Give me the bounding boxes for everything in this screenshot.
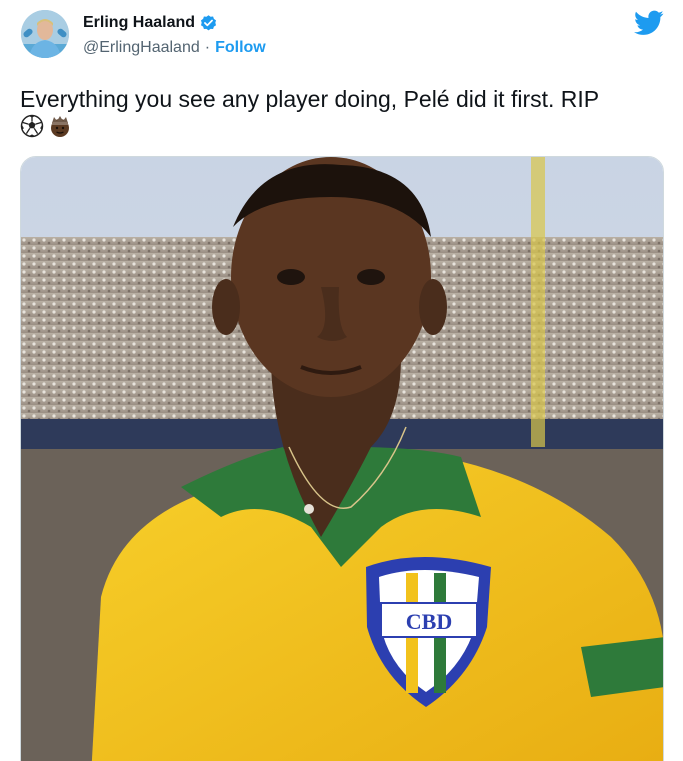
avatar[interactable] [21, 10, 69, 58]
name-row: Erling Haaland [83, 12, 266, 34]
user-block: Erling Haaland @ErlingHaaland · Follow [83, 12, 266, 57]
display-name[interactable]: Erling Haaland [83, 14, 195, 32]
crown-face-icon [48, 114, 72, 138]
verified-badge-icon [199, 14, 218, 33]
tweet-text: Everything you see any player doing, Pel… [20, 86, 600, 112]
follow-button[interactable]: Follow [215, 39, 266, 57]
tweet-card: Erling Haaland @ErlingHaaland · Follow E… [0, 0, 683, 761]
cbd-badge-text: CBD [406, 609, 452, 634]
separator-dot: · [204, 39, 211, 56]
soccer-ball-icon [20, 114, 44, 138]
handle-row: @ErlingHaaland · Follow [83, 39, 266, 57]
tweet-photo[interactable]: CBD [20, 156, 664, 761]
twitter-bird-icon[interactable] [634, 10, 664, 36]
user-handle[interactable]: @ErlingHaaland [83, 39, 200, 57]
emoji-row [20, 114, 72, 138]
